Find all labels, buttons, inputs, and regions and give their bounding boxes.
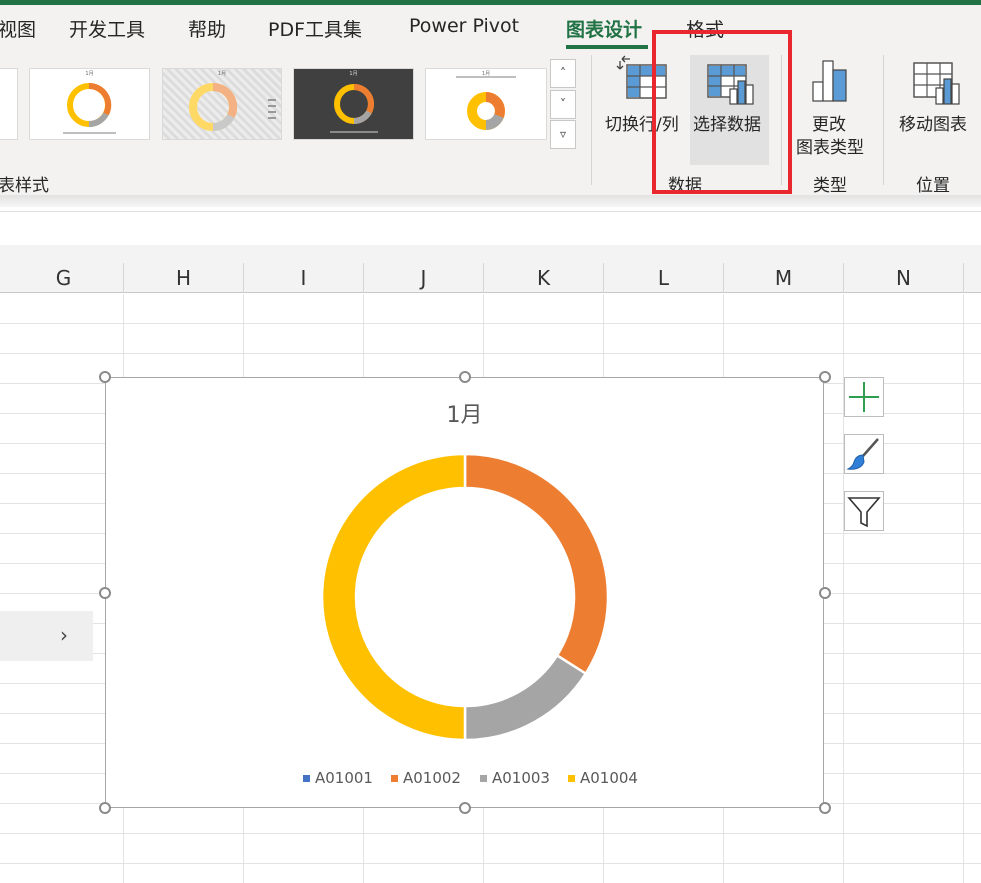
gallery-scroll-down-button[interactable]: ˅ <box>550 90 576 119</box>
chevron-down-icon: ˅ <box>560 97 566 111</box>
resize-handle-right[interactable] <box>819 587 831 599</box>
tab-view[interactable]: 视图 <box>0 15 36 42</box>
change-chart-type-label-line1: 更改 <box>812 115 846 135</box>
column-header-m[interactable]: M <box>724 263 844 293</box>
chart-style-thumbnail[interactable]: 1月 <box>29 68 150 140</box>
column-header-l[interactable]: L <box>604 263 724 293</box>
thumbnail-title: 1月 <box>481 71 491 77</box>
ribbon-separator <box>883 55 884 185</box>
resize-handle-bottom-right[interactable] <box>819 802 831 814</box>
donut-plot <box>320 452 610 742</box>
expand-gallery-icon: ▿ <box>559 127 567 141</box>
legend-swatch-a01003 <box>480 775 487 782</box>
move-chart-label: 移动图表 <box>899 115 967 135</box>
chart-style-thumbnail[interactable]: 1月 <box>425 68 547 140</box>
donut-slice-a01003[interactable] <box>463 653 588 742</box>
header-spacer <box>0 245 981 263</box>
select-data-highlight-box <box>652 30 792 194</box>
chevron-right-icon: › <box>60 623 68 647</box>
resize-handle-top-right[interactable] <box>819 371 831 383</box>
donut-thumbnail-icon <box>456 76 516 130</box>
formula-bar[interactable] <box>0 211 981 247</box>
donut-slice-a01004[interactable] <box>320 452 467 742</box>
ribbon-tab-bar: 视图 开发工具 帮助 PDF工具集 Power Pivot 图表设计 格式 <box>0 5 981 50</box>
plus-icon <box>849 382 879 412</box>
change-chart-type-button[interactable]: 更改 图表类型 <box>793 55 871 165</box>
filter-icon <box>847 497 881 528</box>
legend-item-a01003[interactable]: A01003 <box>492 769 550 787</box>
change-chart-type-label-line2: 图表类型 <box>796 138 864 158</box>
thumbnail-title: 1月 <box>85 71 94 77</box>
gallery-scroll-up-button[interactable]: ˄ <box>550 59 576 88</box>
change-chart-type-icon <box>812 60 847 102</box>
chart-styles-button[interactable] <box>844 434 884 474</box>
legend-item-a01004[interactable]: A01004 <box>580 769 638 787</box>
group-label-type: 类型 <box>813 176 847 196</box>
chart-style-thumbnail[interactable]: 1月 <box>293 68 414 140</box>
resize-handle-bottom-left[interactable] <box>99 802 111 814</box>
legend-swatch-a01001 <box>303 775 310 782</box>
donut-chart[interactable]: 1月 <box>105 377 824 808</box>
tab-help[interactable]: 帮助 <box>188 15 226 42</box>
ribbon-shadow <box>0 195 981 207</box>
donut-thumbnail-icon <box>189 82 276 132</box>
chart-style-thumbnail[interactable] <box>0 68 18 140</box>
resize-handle-bottom[interactable] <box>459 802 471 814</box>
tab-developer[interactable]: 开发工具 <box>69 15 145 42</box>
column-header-k[interactable]: K <box>484 263 604 293</box>
resize-handle-top-left[interactable] <box>99 371 111 383</box>
gallery-more-button[interactable]: ▿ <box>550 120 576 149</box>
tab-chart-design[interactable]: 图表设计 <box>566 15 642 42</box>
legend-item-a01002[interactable]: A01002 <box>403 769 461 787</box>
column-header-h[interactable]: H <box>124 263 244 293</box>
chevron-up-icon: ˄ <box>560 66 566 80</box>
resize-handle-top[interactable] <box>459 371 471 383</box>
active-tab-indicator <box>566 45 648 49</box>
move-chart-button[interactable]: 移动图表 <box>894 55 976 165</box>
ribbon-separator <box>591 55 592 185</box>
donut-thumbnail-icon <box>63 82 116 134</box>
chart-style-thumbnail[interactable]: 1月 <box>162 68 282 140</box>
thumbnail-title: 1月 <box>217 71 227 77</box>
chart-filters-button[interactable] <box>844 491 884 531</box>
move-chart-icon <box>913 62 960 105</box>
paintbrush-icon <box>846 438 879 470</box>
legend-item-a01001[interactable]: A01001 <box>315 769 373 787</box>
side-panel-tab[interactable]: › <box>0 611 93 661</box>
chart-elements-button[interactable] <box>844 377 884 417</box>
column-header-g[interactable]: G <box>4 263 124 293</box>
donut-slice-a01002[interactable] <box>463 452 610 676</box>
thumbnail-title: 1月 <box>349 71 358 77</box>
legend-swatch-a01002 <box>391 775 398 782</box>
column-header-n[interactable]: N <box>844 263 964 293</box>
column-header-j[interactable]: J <box>364 263 484 293</box>
tab-power-pivot[interactable]: Power Pivot <box>409 15 519 37</box>
tab-pdf-tools[interactable]: PDF工具集 <box>268 15 362 42</box>
legend-swatch-a01004 <box>568 775 575 782</box>
column-header-i[interactable]: I <box>244 263 364 293</box>
group-label-chart-styles: 表样式 <box>0 176 49 196</box>
resize-handle-left[interactable] <box>99 587 111 599</box>
group-label-location: 位置 <box>916 176 950 196</box>
column-header[interactable] <box>964 263 981 293</box>
donut-thumbnail-icon <box>330 84 378 133</box>
